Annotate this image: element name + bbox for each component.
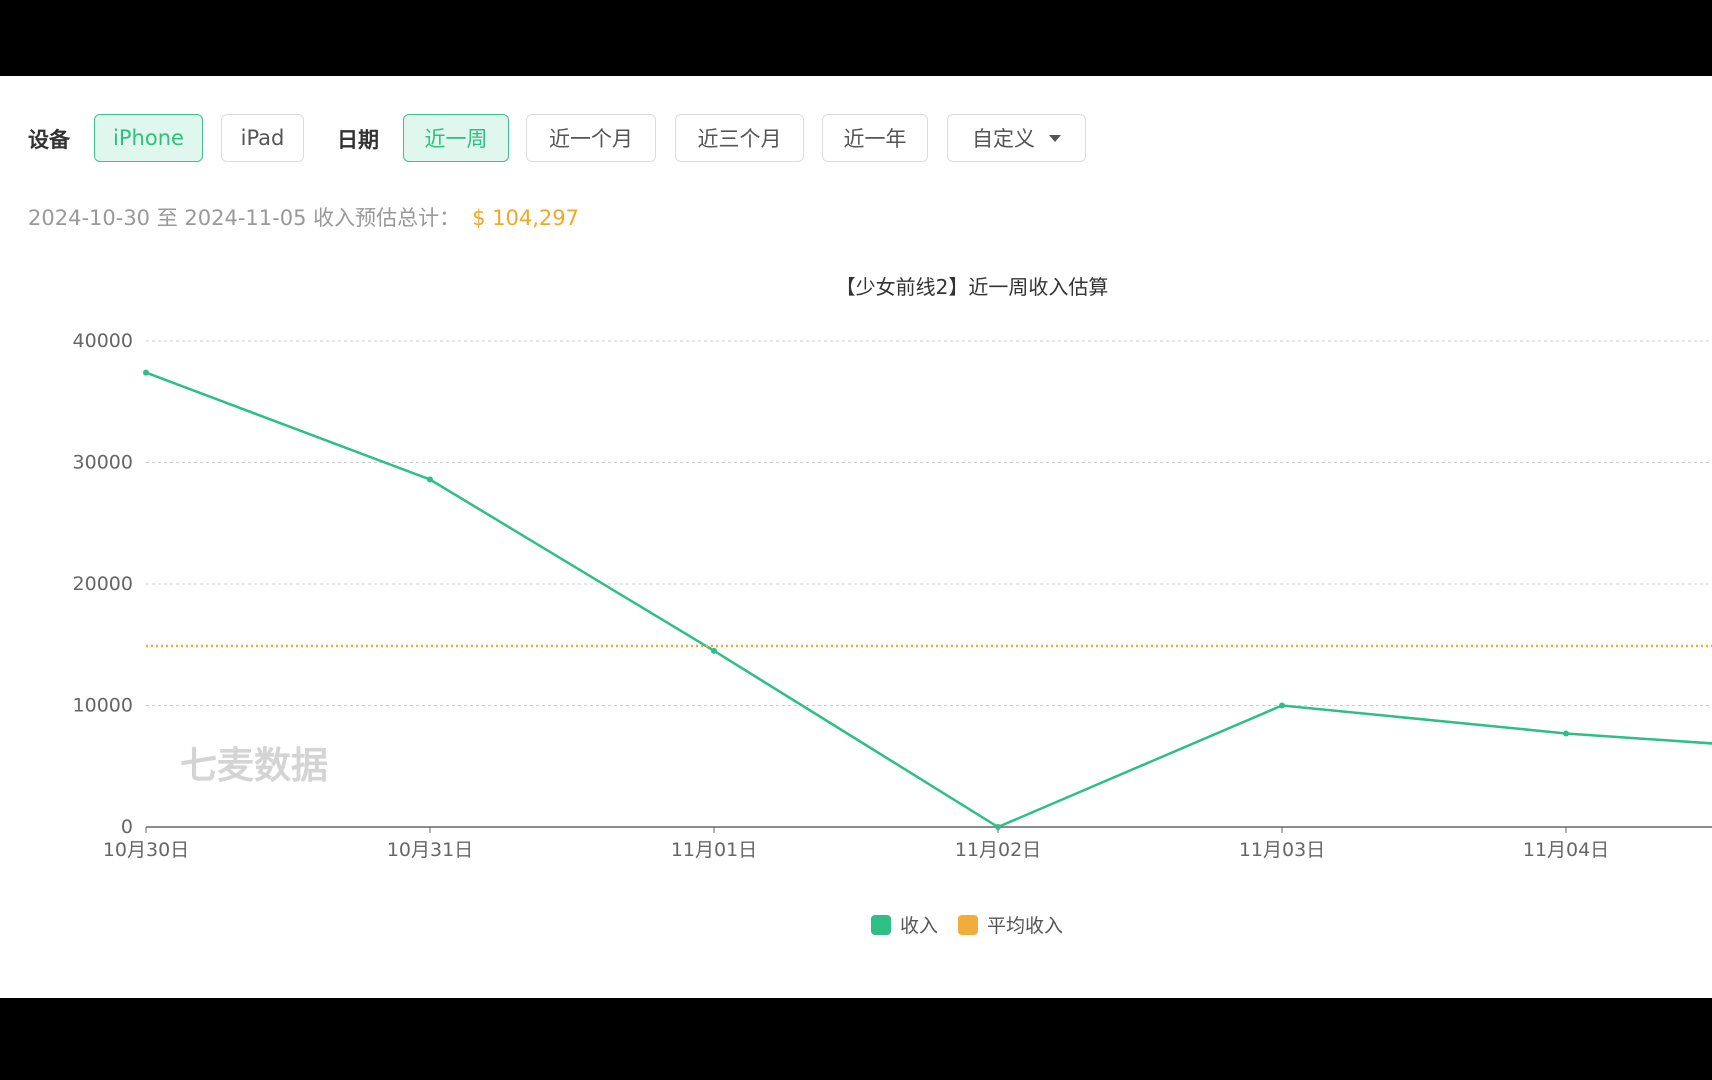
legend-swatch — [958, 915, 978, 935]
legend-label: 收入 — [900, 915, 938, 937]
y-tick-label: 20000 — [73, 573, 133, 595]
y-tick-label: 10000 — [73, 695, 133, 717]
x-tick-label: 11月02日 — [955, 839, 1041, 861]
data-point — [143, 369, 149, 376]
watermark: 七麦数据 — [180, 744, 328, 787]
y-tick-label: 40000 — [73, 330, 133, 352]
data-point — [427, 476, 433, 483]
x-tick-label: 10月31日 — [387, 839, 473, 861]
chart-title: 【少女前线2】近一周收入估算 — [836, 275, 1109, 299]
y-tick-label: 30000 — [73, 452, 133, 474]
legend-label: 平均收入 — [987, 915, 1063, 937]
data-point — [995, 824, 1001, 830]
revenue-line — [145, 371, 1712, 829]
x-tick-label: 10月30日 — [103, 839, 189, 861]
data-point — [1563, 730, 1569, 737]
legend-swatch — [871, 915, 891, 935]
x-tick-label: 11月01日 — [671, 839, 757, 861]
y-tick-label: 0 — [121, 816, 133, 838]
x-tick-label: 11月04日 — [1523, 839, 1609, 861]
x-tick-label: 11月03日 — [1239, 839, 1325, 861]
data-point — [1279, 702, 1285, 709]
data-point — [711, 647, 717, 654]
revenue-chart: 【少女前线2】近一周收入估算 七麦数据 0 10000 20000 30000 4000… — [73, 275, 1712, 937]
